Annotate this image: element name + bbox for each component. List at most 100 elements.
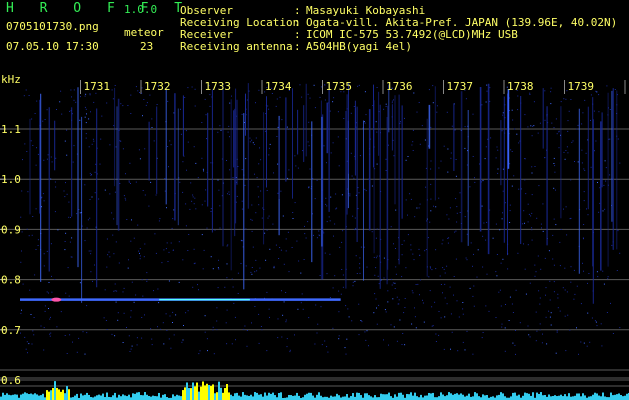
level-bar (38, 395, 40, 400)
noise-dot (555, 224, 557, 226)
noise-dot (358, 334, 360, 336)
noise-dot (576, 285, 578, 287)
noise-dot (476, 276, 478, 278)
meteor-count: 23 (140, 40, 154, 53)
noise-dot (481, 205, 483, 207)
noise-dot (504, 202, 506, 204)
noise-dot (470, 242, 472, 244)
noise-dot (414, 216, 416, 218)
noise-dot (92, 138, 94, 140)
noise-dot (267, 105, 269, 107)
level-bar (466, 395, 468, 400)
noise-dot (425, 186, 427, 188)
noise-dot (570, 266, 572, 268)
noise-dot (258, 313, 260, 315)
noise-dot (130, 316, 132, 318)
noise-dot (368, 345, 369, 347)
noise-dot (167, 100, 169, 102)
noise-dot (591, 317, 593, 319)
noise-dot (198, 289, 199, 291)
level-bar (566, 396, 568, 400)
level-bar (532, 392, 534, 400)
level-bar (294, 395, 296, 400)
noise-dot (20, 216, 22, 218)
noise-dot (46, 158, 48, 160)
noise-dot (258, 163, 260, 165)
noise-dot (497, 168, 499, 170)
noise-dot (115, 146, 117, 148)
noise-dot (602, 270, 604, 272)
noise-dot (341, 269, 343, 270)
noise-dot (391, 102, 393, 104)
noise-dot (383, 108, 385, 110)
level-bar (260, 394, 262, 400)
level-bar (320, 395, 322, 400)
noise-dot (469, 186, 471, 188)
noise-dot (533, 101, 535, 103)
noise-dot (68, 216, 70, 218)
noise-dot (555, 118, 557, 120)
level-bar (226, 384, 228, 400)
noise-dot (444, 297, 446, 299)
noise-dot (237, 272, 239, 274)
noise-dot (151, 338, 153, 340)
noise-dot (228, 191, 230, 193)
noise-dot (472, 353, 474, 355)
noise-dot (358, 192, 360, 194)
noise-dot (180, 133, 182, 135)
noise-dot (50, 332, 52, 334)
noise-dot (51, 291, 53, 293)
noise-dot (402, 333, 404, 334)
noise-dot (181, 341, 183, 343)
noise-dot (264, 130, 266, 132)
noise-dot (301, 293, 303, 295)
noise-dot (139, 258, 141, 260)
level-bar (596, 393, 598, 400)
noise-dot (530, 215, 532, 217)
noise-dot (226, 263, 228, 265)
noise-dot (509, 296, 511, 298)
noise-dot (376, 163, 378, 165)
noise-dot (217, 267, 219, 269)
noise-dot (157, 326, 158, 328)
noise-dot (429, 290, 431, 292)
noise-dot (396, 340, 398, 342)
level-bar (58, 389, 60, 400)
noise-dot (210, 211, 212, 212)
noise-dot (128, 181, 130, 183)
noise-dot (178, 281, 180, 283)
noise-dot (24, 336, 26, 338)
noise-dot (542, 230, 544, 232)
noise-dot (153, 140, 155, 142)
level-bar (22, 393, 24, 400)
noise-dot (90, 174, 92, 176)
noise-dot (285, 319, 287, 321)
noise-dot (403, 312, 405, 314)
noise-dot (444, 316, 446, 318)
noise-dot (203, 249, 205, 251)
noise-dot (106, 329, 108, 330)
level-bar (94, 396, 96, 400)
noise-dot (166, 242, 168, 244)
noise-dot (297, 308, 299, 310)
noise-dot (438, 334, 440, 336)
noise-dot (376, 228, 378, 230)
noise-dot (433, 205, 434, 207)
noise-dot (527, 325, 529, 327)
noise-dot (511, 109, 513, 111)
noise-dot (551, 122, 553, 124)
noise-dot (495, 157, 497, 159)
noise-dot (259, 267, 261, 269)
noise-dot (283, 301, 285, 303)
noise-dot (418, 248, 420, 250)
noise-dot (350, 152, 352, 154)
level-bar (416, 396, 418, 400)
noise-dot (436, 111, 438, 113)
level-bar (338, 395, 340, 400)
noise-dot (531, 227, 533, 229)
level-bar (310, 392, 312, 400)
noise-dot (25, 89, 27, 91)
noise-dot (86, 332, 88, 334)
noise-dot (430, 183, 432, 185)
noise-dot (288, 271, 290, 273)
